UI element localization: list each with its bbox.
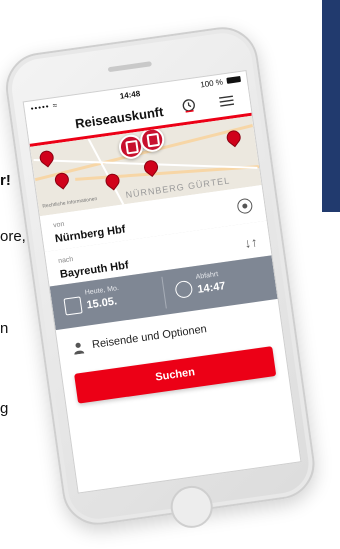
phone-speaker: [107, 61, 152, 73]
app-screen: ••••• ≈ 14:48 100 % Reiseauskunft NÜRNBE…: [22, 70, 302, 494]
locate-icon[interactable]: [236, 197, 254, 215]
options-label: Reisende und Optionen: [91, 323, 208, 352]
date-value: 15.05.: [85, 295, 118, 312]
clock-icon[interactable]: [181, 97, 197, 113]
background-text: n: [0, 320, 9, 337]
status-time: 14:48: [119, 89, 141, 101]
to-label: nach: [57, 255, 74, 266]
map-attribution[interactable]: Rechtliche Informationen: [42, 196, 98, 210]
from-label: von: [52, 220, 65, 230]
calendar-icon: [63, 296, 83, 316]
background-text: g: [0, 400, 9, 417]
person-icon: [74, 342, 85, 355]
battery-icon: [226, 75, 242, 84]
phone-mockup: ••••• ≈ 14:48 100 % Reiseauskunft NÜRNBE…: [0, 0, 340, 535]
departure-value: 14:47: [196, 280, 227, 296]
home-button[interactable]: [167, 483, 216, 531]
swap-icon[interactable]: ↓↑: [244, 234, 259, 251]
clock-icon: [174, 279, 194, 299]
phone-frame: ••••• ≈ 14:48 100 % Reiseauskunft NÜRNBE…: [1, 22, 320, 531]
departure-label: Abfahrt: [195, 270, 219, 282]
map-pin-icon[interactable]: [36, 147, 57, 168]
page-title: Reiseauskunft: [74, 104, 165, 132]
menu-icon[interactable]: [218, 95, 235, 107]
battery-percent: 100 %: [199, 77, 224, 90]
